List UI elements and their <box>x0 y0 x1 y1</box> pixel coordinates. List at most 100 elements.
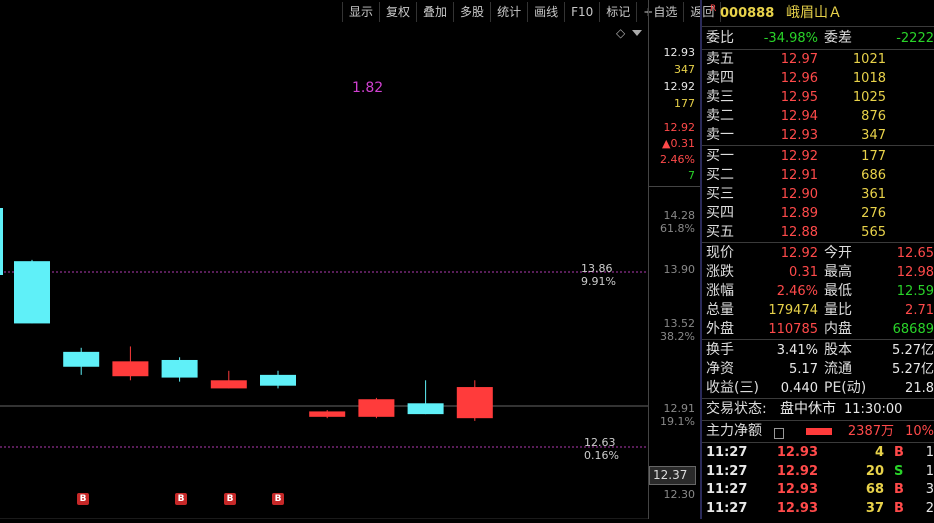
tick-price: 12.93 <box>776 445 818 460</box>
ask-volume: 876 <box>861 109 886 124</box>
candlestick-chart[interactable]: 1.82 13.86 9.91% 12.63 0.16% ◇ B B B B <box>0 0 648 520</box>
ask-price[interactable]: 12.96 <box>781 69 818 88</box>
bid-price[interactable]: 12.89 <box>781 204 818 223</box>
trade-status-label: 交易状态: <box>706 401 767 417</box>
axis-ask-vol: 347 <box>674 63 695 76</box>
stat-value: 5.27亿 <box>892 343 934 358</box>
tick-time: 11:27 <box>706 482 748 497</box>
r-badge: R <box>710 4 717 14</box>
ask-price[interactable]: 12.94 <box>781 107 818 126</box>
ask-label: 卖五 <box>706 51 734 67</box>
tick-count: 2 <box>925 500 934 516</box>
chart-canvas <box>0 208 648 520</box>
tick-count: 1 <box>925 463 934 479</box>
toolbar-multi-stock-button[interactable]: 多股 <box>453 2 492 22</box>
bid-volume: 686 <box>861 168 886 183</box>
zhuli-label: 主力净额 <box>706 423 762 439</box>
weicha-value: -2222 <box>896 31 934 46</box>
toolbar-mark-button[interactable]: 标记 <box>599 2 638 22</box>
quote-label: 最高 <box>824 264 852 280</box>
ask-price[interactable]: 12.97 <box>781 50 818 69</box>
bid-price[interactable]: 12.92 <box>781 147 818 166</box>
line-label-lower: 12.63 0.16% <box>584 436 619 462</box>
quote-value: 12.98 <box>896 265 934 280</box>
stat-label: 净资 <box>706 361 734 377</box>
buy-marker[interactable]: B <box>175 493 187 505</box>
weibi-label: 委比 <box>706 30 734 46</box>
chevron-down-icon[interactable] <box>632 30 642 36</box>
ask-volume: 347 <box>861 128 886 143</box>
candle-body[interactable] <box>358 399 395 417</box>
tick-row: 11:27 12.93 37 B 2 <box>704 499 934 518</box>
list-icon <box>774 428 784 439</box>
tick-time: 11:27 <box>706 500 748 516</box>
buy-marker[interactable]: B <box>224 493 236 505</box>
stock-name: 峨眉山Ａ <box>786 5 842 21</box>
toolbar-draw-button[interactable]: 画线 <box>527 2 566 22</box>
tick-time: 11:27 <box>706 463 748 479</box>
candle-body[interactable] <box>456 387 493 419</box>
tick-side: B <box>894 482 904 497</box>
quote-value: 68689 <box>892 322 934 337</box>
quote-row: 现价 12.92 今开 12.65 <box>704 244 934 263</box>
ask-label: 卖二 <box>706 108 734 124</box>
candle-body[interactable] <box>210 380 247 389</box>
bid-label: 买三 <box>706 186 734 202</box>
axis-tick-pct: 19.1% <box>660 415 695 428</box>
ask-row: 卖五 12.97 1021 <box>704 50 934 69</box>
bid-price[interactable]: 12.90 <box>781 185 818 204</box>
candle-body[interactable] <box>407 403 444 415</box>
quote-row: 涨幅 2.46% 最低 12.59 <box>704 282 934 301</box>
quote-label: 量比 <box>824 302 852 318</box>
ask-label: 卖一 <box>706 127 734 143</box>
bid-price[interactable]: 12.91 <box>781 166 818 185</box>
buy-marker[interactable]: B <box>272 493 284 505</box>
bid-label: 买一 <box>706 148 734 164</box>
bid-row: 买五 12.88 565 <box>704 223 934 242</box>
bid-label: 买二 <box>706 167 734 183</box>
diamond-icon[interactable]: ◇ <box>616 26 625 40</box>
axis-current-pct: 2.46% <box>660 153 695 166</box>
quote-value: 12.65 <box>896 246 934 261</box>
zhuli-row[interactable]: 主力净额 2387万 10% <box>704 422 934 441</box>
bid-row: 买二 12.91 686 <box>704 166 934 185</box>
axis-current-vol: 7 <box>688 169 695 182</box>
bid-price[interactable]: 12.88 <box>781 223 818 242</box>
tick-side: B <box>894 500 904 516</box>
toolbar-display-button[interactable]: 显示 <box>342 2 381 22</box>
stat-label: 股本 <box>824 342 852 358</box>
quote-row: 总量 179474 量比 2.71 <box>704 301 934 320</box>
zhuli-bar <box>806 428 832 435</box>
toolbar-f10-button[interactable]: F10 <box>564 2 601 22</box>
tick-row: 11:27 12.93 68 B 3 <box>704 480 934 499</box>
quote-label: 外盘 <box>706 321 734 337</box>
buy-marker[interactable]: B <box>77 493 89 505</box>
overlay-value: 1.82 <box>352 80 384 96</box>
ask-price[interactable]: 12.95 <box>781 88 818 107</box>
stat-value: 3.41% <box>776 343 818 358</box>
candle-body[interactable] <box>309 411 346 417</box>
candle-body[interactable] <box>63 351 100 367</box>
tick-volume: 20 <box>865 463 884 479</box>
bid-label: 买五 <box>706 224 734 240</box>
axis-ask-price: 12.93 <box>663 46 696 59</box>
toolbar-overlay-button[interactable]: 叠加 <box>416 2 455 22</box>
candle-body[interactable] <box>260 374 296 386</box>
ask-row: 卖三 12.95 1025 <box>704 88 934 107</box>
candle-body[interactable] <box>14 261 50 324</box>
toolbar-stats-button[interactable]: 统计 <box>490 2 529 22</box>
ask-label: 卖三 <box>706 89 734 105</box>
stat-value: 5.17 <box>789 362 818 377</box>
candle-body[interactable] <box>161 359 198 378</box>
tick-price: 12.93 <box>776 482 818 497</box>
ask-price[interactable]: 12.93 <box>781 126 818 145</box>
stat-label: 收益(三) <box>706 380 759 396</box>
candle-body[interactable] <box>112 361 149 377</box>
axis-bid-price: 12.92 <box>663 80 696 93</box>
toolbar-adjust-button[interactable]: 复权 <box>379 2 418 22</box>
stat-value: 21.8 <box>905 381 934 396</box>
axis-tick-price: 12.30 <box>663 488 696 501</box>
ask-volume: 1025 <box>852 90 886 105</box>
quote-value: 12.92 <box>780 246 818 261</box>
quote-label: 涨跌 <box>706 264 734 280</box>
